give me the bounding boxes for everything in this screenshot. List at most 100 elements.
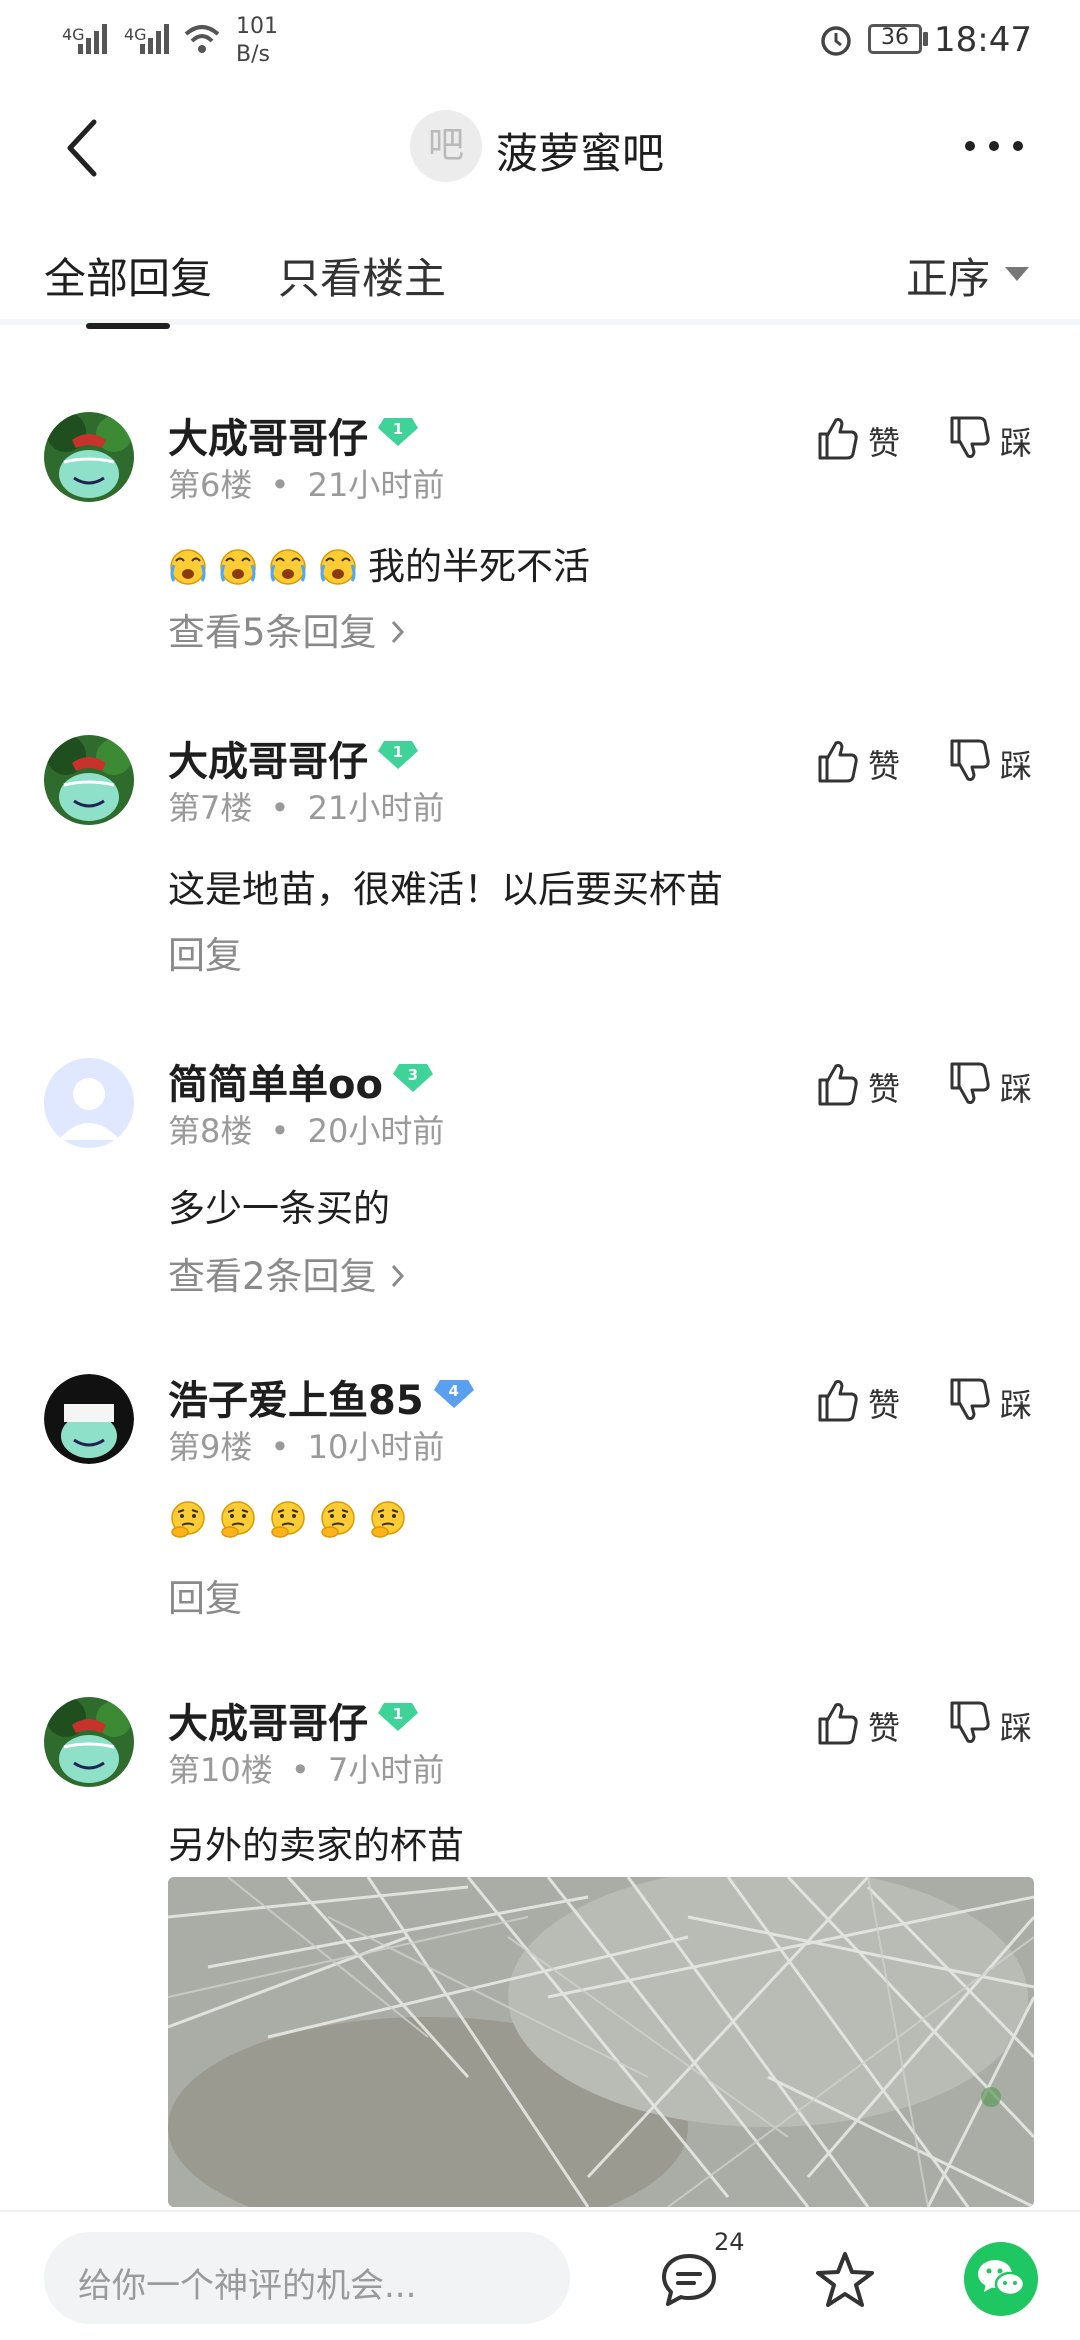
wechat-icon xyxy=(978,2260,1026,2297)
user-avatar[interactable] xyxy=(44,1697,134,1787)
username-text[interactable]: 大成哥哥仔 xyxy=(168,1701,368,1747)
user-avatar[interactable] xyxy=(44,1374,134,1464)
username-text[interactable]: 浩子爱上鱼85 xyxy=(168,1378,424,1424)
thinking-emoji-icon xyxy=(171,1501,205,1538)
post-time: 10小时前 xyxy=(307,1428,445,1466)
dislike-label: 踩 xyxy=(1000,747,1033,785)
comment-input[interactable]: 给你一个神评的机会... xyxy=(44,2232,570,2324)
comment-body: 多少一条买的 xyxy=(168,1187,390,1230)
floor-number: 第7楼 xyxy=(168,789,253,827)
view-replies-label[interactable]: 查看5条回复 xyxy=(168,611,377,654)
top-nav: 吧 菠萝蜜吧 xyxy=(0,80,1080,215)
back-icon[interactable] xyxy=(62,118,102,178)
user-avatar[interactable] xyxy=(44,735,134,825)
comment-bubble-icon[interactable] xyxy=(660,2252,718,2308)
like-button[interactable]: 赞 xyxy=(814,1374,914,1424)
post-time: 20小时前 xyxy=(307,1112,445,1150)
thumbs-up-icon xyxy=(818,741,858,783)
thinking-emoji-icon xyxy=(271,1501,305,1538)
thumbs-down-icon xyxy=(950,1701,990,1743)
level-badge: 4 xyxy=(433,1376,474,1410)
thumbs-up-icon xyxy=(818,418,858,460)
dislike-label: 踩 xyxy=(1000,1709,1033,1747)
level-badge: 1 xyxy=(378,1699,418,1733)
crying-emoji-icon xyxy=(319,548,357,585)
comment-body: 我的半死不活 xyxy=(168,536,590,590)
comment-floor-8: 简简单单oo 3 第8楼 • 20小时前 赞 踩 多少一条买的 查看2条回复 xyxy=(0,1058,1080,1298)
post-time: 21小时前 xyxy=(307,466,445,504)
post-meta: 第10楼 • 7小时前 xyxy=(168,1745,444,1791)
battery-tip xyxy=(923,32,928,46)
comment-photo[interactable] xyxy=(168,1877,1034,2207)
chevron-right-icon xyxy=(392,1264,405,1288)
post-time: 21小时前 xyxy=(307,789,445,827)
username[interactable]: 简简单单oo 3 xyxy=(168,1052,433,1110)
crying-emoji-icon xyxy=(169,548,207,585)
like-button[interactable]: 赞 xyxy=(814,1697,914,1747)
tab-all-replies[interactable]: 全部回复 xyxy=(44,245,212,306)
username-text[interactable]: 简简单单oo xyxy=(168,1062,383,1108)
reply-button[interactable]: 回复 xyxy=(168,925,242,979)
level-number: 1 xyxy=(392,420,404,438)
comment-floor-6: 大成哥哥仔 1 第6楼 • 21小时前 赞 踩 我的半死不活 查看5条回复 xyxy=(0,412,1080,654)
comment-floor-10: 大成哥哥仔 1 第10楼 • 7小时前 赞 踩 另外的卖家的杯苗 xyxy=(0,1697,1080,2217)
signal-icon xyxy=(78,24,107,54)
dislike-button[interactable]: 踩 xyxy=(946,412,1046,462)
post-time: 7小时前 xyxy=(327,1751,445,1789)
username-text[interactable]: 大成哥哥仔 xyxy=(168,416,368,462)
thumbs-up-icon xyxy=(818,1703,858,1745)
level-number: 1 xyxy=(392,743,404,761)
floor-number: 第6楼 xyxy=(168,466,253,504)
view-replies-link[interactable]: 查看5条回复 xyxy=(168,602,408,656)
level-badge: 3 xyxy=(392,1060,433,1094)
like-label: 赞 xyxy=(868,1709,901,1747)
level-badge: 1 xyxy=(378,737,418,771)
view-replies-link[interactable]: 查看2条回复 xyxy=(168,1246,408,1300)
comment-body: 这是地苗，很难活！以后要买杯苗 xyxy=(168,868,723,911)
more-icon[interactable] xyxy=(962,138,1026,154)
caret-down-icon[interactable] xyxy=(1005,267,1029,281)
dislike-button[interactable]: 踩 xyxy=(946,1374,1046,1424)
username[interactable]: 大成哥哥仔 1 xyxy=(168,729,418,787)
dislike-label: 踩 xyxy=(1000,1386,1033,1424)
dislike-button[interactable]: 踩 xyxy=(946,735,1046,785)
dislike-button[interactable]: 踩 xyxy=(946,1058,1046,1108)
dislike-button[interactable]: 踩 xyxy=(946,1697,1046,1747)
like-button[interactable]: 赞 xyxy=(814,412,914,462)
floor-number: 第8楼 xyxy=(168,1112,253,1150)
tab-op-only[interactable]: 只看楼主 xyxy=(278,245,446,306)
reply-button[interactable]: 回复 xyxy=(168,1568,242,1622)
user-avatar[interactable] xyxy=(44,412,134,502)
username[interactable]: 大成哥哥仔 1 xyxy=(168,1691,418,1749)
username[interactable]: 大成哥哥仔 1 xyxy=(168,406,418,464)
like-label: 赞 xyxy=(868,747,901,785)
comment-floor-7: 大成哥哥仔 1 第7楼 • 21小时前 赞 踩 这是地苗，很难活！以后要买杯苗 回… xyxy=(0,735,1080,977)
like-label: 赞 xyxy=(868,1070,901,1108)
username-text[interactable]: 大成哥哥仔 xyxy=(168,739,368,785)
thumbs-up-icon xyxy=(818,1380,858,1422)
like-label: 赞 xyxy=(868,424,901,462)
comment-input-placeholder[interactable]: 给你一个神评的机会... xyxy=(78,2258,416,2307)
username[interactable]: 浩子爱上鱼85 4 xyxy=(168,1368,474,1426)
like-button[interactable]: 赞 xyxy=(814,735,914,785)
thumbs-down-icon xyxy=(950,739,990,781)
like-label: 赞 xyxy=(868,1386,901,1424)
meta-separator: • xyxy=(290,1751,310,1789)
chevron-right-icon xyxy=(392,620,405,644)
meta-separator: • xyxy=(270,1112,290,1150)
like-button[interactable]: 赞 xyxy=(814,1058,914,1108)
forum-avatar[interactable]: 吧 xyxy=(410,110,482,182)
thinking-emoji-icon xyxy=(371,1501,405,1538)
thinking-emoji-icon xyxy=(221,1501,255,1538)
sort-order-button[interactable]: 正序 xyxy=(906,245,990,306)
wechat-share-button[interactable] xyxy=(964,2242,1038,2316)
view-replies-label[interactable]: 查看2条回复 xyxy=(168,1255,377,1298)
user-avatar[interactable] xyxy=(44,1058,134,1148)
floor-number: 第10楼 xyxy=(168,1751,273,1789)
reply-tabs: 全部回复 只看楼主 正序 xyxy=(0,215,1080,329)
forum-title[interactable]: 菠萝蜜吧 xyxy=(496,120,664,181)
clock: 18:47 xyxy=(934,20,1032,60)
level-number: 1 xyxy=(392,1705,404,1723)
post-meta: 第6楼 • 21小时前 xyxy=(168,460,444,506)
star-icon[interactable] xyxy=(814,2250,876,2310)
